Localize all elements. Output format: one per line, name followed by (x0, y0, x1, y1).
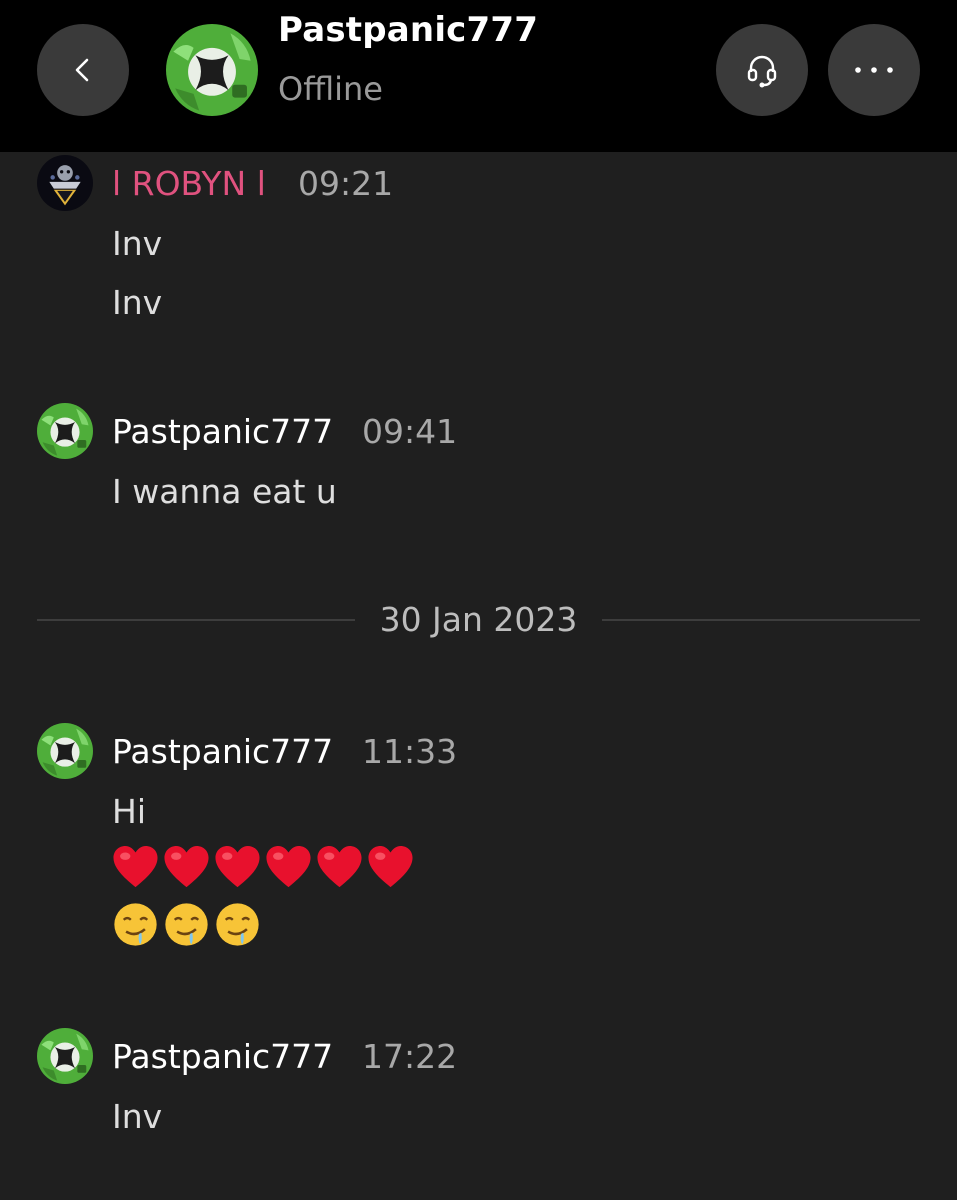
chat-header: Pastpanic777 Offline (0, 0, 957, 152)
message-time: 09:21 (298, 164, 394, 203)
heart-emoji (367, 844, 414, 889)
drooling-face-emoji (163, 901, 210, 948)
heart-emoji (265, 844, 312, 889)
message-text: Inv (112, 283, 163, 322)
sender-avatar[interactable] (37, 155, 93, 211)
back-button[interactable] (37, 24, 129, 116)
contact-name: Pastpanic777 (278, 10, 539, 50)
message-text: Inv (112, 224, 163, 263)
message-time: 09:41 (362, 412, 458, 451)
heart-emoji (214, 844, 261, 889)
drooling-face-emoji (112, 901, 159, 948)
more-horizontal-icon (855, 67, 893, 73)
message-time: 17:22 (362, 1037, 458, 1076)
message-text: I wanna eat u (112, 472, 337, 511)
contact-avatar[interactable] (166, 24, 258, 116)
emoji-line (112, 901, 261, 948)
message-text: Inv (112, 1097, 163, 1136)
contact-status: Offline (278, 70, 383, 108)
message-text: Hi (112, 792, 146, 831)
emoji-line (112, 844, 414, 889)
sender-avatar[interactable] (37, 1028, 93, 1084)
drooling-face-emoji (214, 901, 261, 948)
voice-chat-button[interactable] (716, 24, 808, 116)
sender-name[interactable]: l ROBYN l (112, 164, 266, 203)
heart-emoji (112, 844, 159, 889)
sender-avatar[interactable] (37, 403, 93, 459)
headset-icon (747, 55, 777, 88)
chevron-left-icon (75, 58, 89, 82)
sender-name[interactable]: Pastpanic777 (112, 1037, 333, 1076)
date-divider-right (602, 619, 920, 621)
sender-name[interactable]: Pastpanic777 (112, 412, 333, 451)
more-options-button[interactable] (828, 24, 920, 116)
sender-avatar[interactable] (37, 723, 93, 779)
message-time: 11:33 (362, 732, 458, 771)
heart-emoji (163, 844, 210, 889)
heart-emoji (316, 844, 363, 889)
sender-name[interactable]: Pastpanic777 (112, 732, 333, 771)
